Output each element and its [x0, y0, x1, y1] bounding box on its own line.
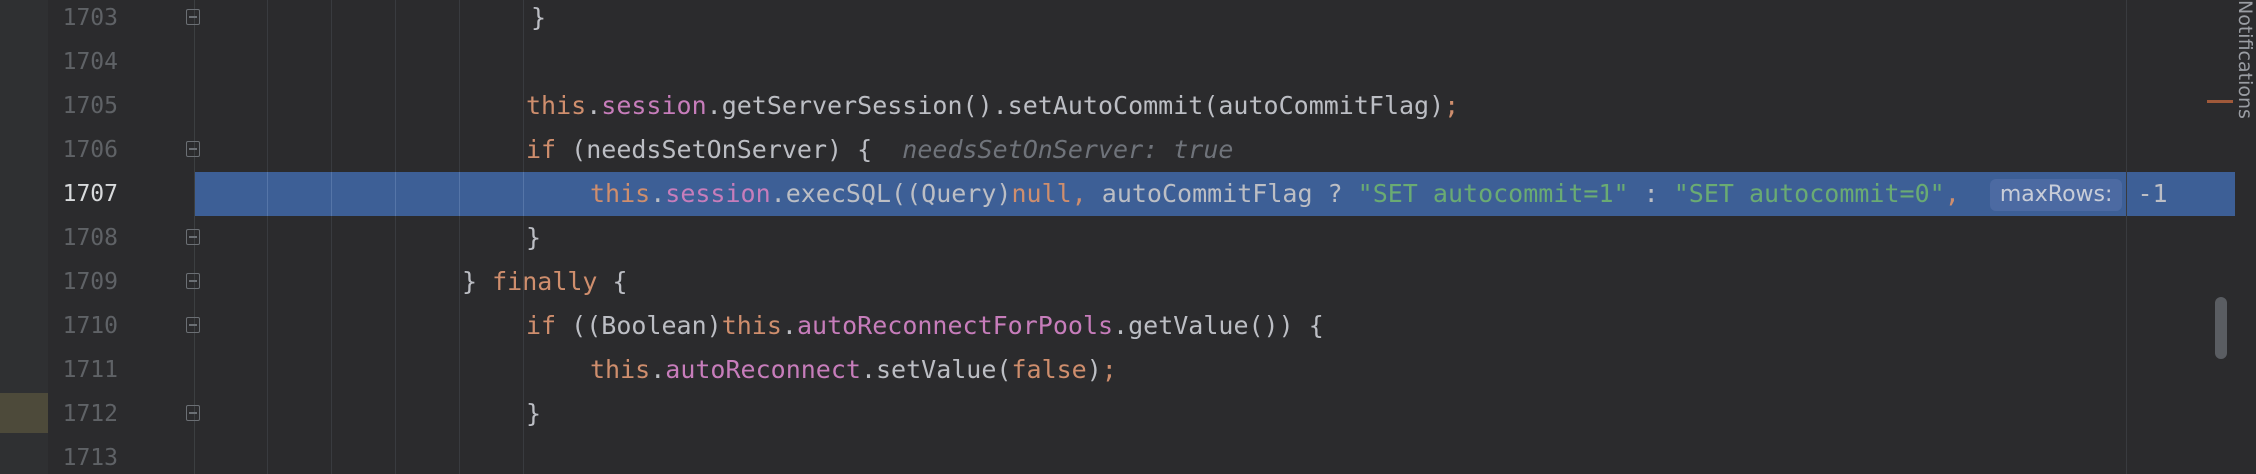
- code-text[interactable]: if (needsSetOnServer) { needsSetOnServer…: [526, 128, 1233, 172]
- code-token: autoReconnectForPools: [796, 311, 1114, 340]
- line-number[interactable]: 1708: [48, 216, 118, 260]
- code-text[interactable]: if ((Boolean)this.autoReconnectForPools.…: [526, 304, 1324, 348]
- code-token: .: [586, 91, 602, 120]
- code-text[interactable]: this.autoReconnect.setValue(false);: [590, 348, 1117, 392]
- code-line[interactable]: 1709} finally {: [0, 260, 2256, 304]
- line-number[interactable]: 1707: [48, 172, 118, 216]
- line-number[interactable]: 1705: [48, 84, 118, 128]
- fold-marker-icon[interactable]: [186, 229, 200, 245]
- code-token: .: [650, 179, 666, 208]
- code-line[interactable]: 1704: [0, 40, 2256, 84]
- code-token: .getServerSession().setAutoCommit(autoCo…: [706, 91, 1445, 120]
- code-token: this: [590, 179, 651, 208]
- code-line[interactable]: 1706 if (needsSetOnServer) { needsSetOnSe…: [0, 128, 2256, 172]
- code-token: }: [526, 223, 542, 252]
- code-token: }: [531, 3, 547, 32]
- vertical-scrollbar-thumb[interactable]: [2215, 297, 2227, 359]
- code-line[interactable]: 1710 if ((Boolean)this.autoReconnectForPo…: [0, 304, 2256, 348]
- notifications-tab-label: Notifications: [2234, 0, 2256, 119]
- code-token: ,: [1944, 179, 1990, 208]
- code-token: ;: [1444, 91, 1460, 120]
- code-token: ;: [1101, 355, 1117, 384]
- code-text[interactable]: this.session.execSQL((Query)null, autoCo…: [590, 172, 2168, 216]
- code-token: null,: [1011, 179, 1102, 208]
- code-token: false: [1011, 355, 1087, 384]
- current-line[interactable]: 1707 this.session.execSQL((Query)null, au…: [63, 172, 2235, 216]
- indent-guide: [459, 172, 460, 216]
- line-number[interactable]: 1712: [48, 392, 118, 436]
- code-token: ): [1086, 355, 1102, 384]
- code-token: "SET autocommit=0": [1673, 179, 1945, 208]
- code-line[interactable]: 1708}: [0, 216, 2256, 260]
- code-token: -1: [2122, 179, 2168, 208]
- line-number[interactable]: 1709: [48, 260, 118, 304]
- indent-guide: [523, 172, 524, 216]
- code-token: .: [650, 355, 666, 384]
- code-token: autoReconnect: [665, 355, 861, 384]
- line-number[interactable]: 1703: [48, 0, 118, 40]
- code-token: .: [781, 311, 797, 340]
- fold-marker-icon[interactable]: [186, 9, 200, 25]
- code-text[interactable]: } finally {: [462, 260, 628, 304]
- code-token: }: [462, 267, 493, 296]
- fold-marker-icon[interactable]: [186, 273, 200, 289]
- error-stripe-mark[interactable]: [2207, 100, 2233, 103]
- fold-marker-icon[interactable]: [186, 317, 200, 333]
- code-token: "SET autocommit=1": [1357, 179, 1629, 208]
- code-text[interactable]: }: [526, 392, 541, 436]
- fold-marker-icon[interactable]: [186, 141, 200, 157]
- code-token: if: [526, 135, 557, 164]
- indent-guide: [395, 172, 396, 216]
- code-editor[interactable]: 1703} 1704 1705 this.session.getServerSessi…: [0, 0, 2256, 474]
- parameter-hint: maxRows:: [1989, 179, 2123, 211]
- fold-marker-icon[interactable]: [186, 405, 200, 421]
- line-number[interactable]: 1710: [48, 304, 118, 348]
- code-token: .execSQL((Query): [770, 179, 1012, 208]
- right-margin-guide: [2126, 0, 2127, 474]
- code-token: }: [526, 399, 542, 428]
- line-number[interactable]: 1706: [48, 128, 118, 172]
- code-line[interactable]: 1712}: [0, 392, 2256, 436]
- inline-debug-value: needsSetOnServer: true: [902, 135, 1234, 164]
- code-token: (needsSetOnServer) {: [556, 135, 903, 164]
- line-number[interactable]: 1704: [48, 40, 118, 84]
- code-token: if: [526, 311, 557, 340]
- notifications-tool-tab[interactable]: Notifications: [2234, 0, 2256, 200]
- code-token: {: [597, 267, 628, 296]
- code-token: session: [601, 91, 707, 120]
- code-line[interactable]: 1703}: [0, 0, 2256, 40]
- line-number[interactable]: 1711: [48, 348, 118, 392]
- code-line[interactable]: 1705 this.session.getServerSession().setA…: [0, 84, 2256, 128]
- code-line[interactable]: 1713: [0, 436, 2256, 474]
- code-text[interactable]: }: [531, 0, 546, 40]
- code-token: this: [526, 91, 587, 120]
- code-text[interactable]: this.session.getServerSession().setAutoC…: [526, 84, 1459, 128]
- code-token: session: [665, 179, 771, 208]
- code-token: .setValue(: [860, 355, 1012, 384]
- code-token: :: [1628, 179, 1674, 208]
- indent-guide: [331, 172, 332, 216]
- code-token: this: [590, 355, 651, 384]
- code-token: ((Boolean): [556, 311, 722, 340]
- code-line[interactable]: 1711 this.autoReconnect.setValue(false);: [0, 348, 2256, 392]
- indent-guide: [267, 172, 268, 216]
- code-token: this: [721, 311, 782, 340]
- code-token: .getValue()) {: [1113, 311, 1324, 340]
- line-number[interactable]: 1713: [48, 436, 118, 474]
- code-text[interactable]: }: [526, 216, 541, 260]
- code-token: autoCommitFlag ?: [1101, 179, 1358, 208]
- code-token: finally: [492, 267, 598, 296]
